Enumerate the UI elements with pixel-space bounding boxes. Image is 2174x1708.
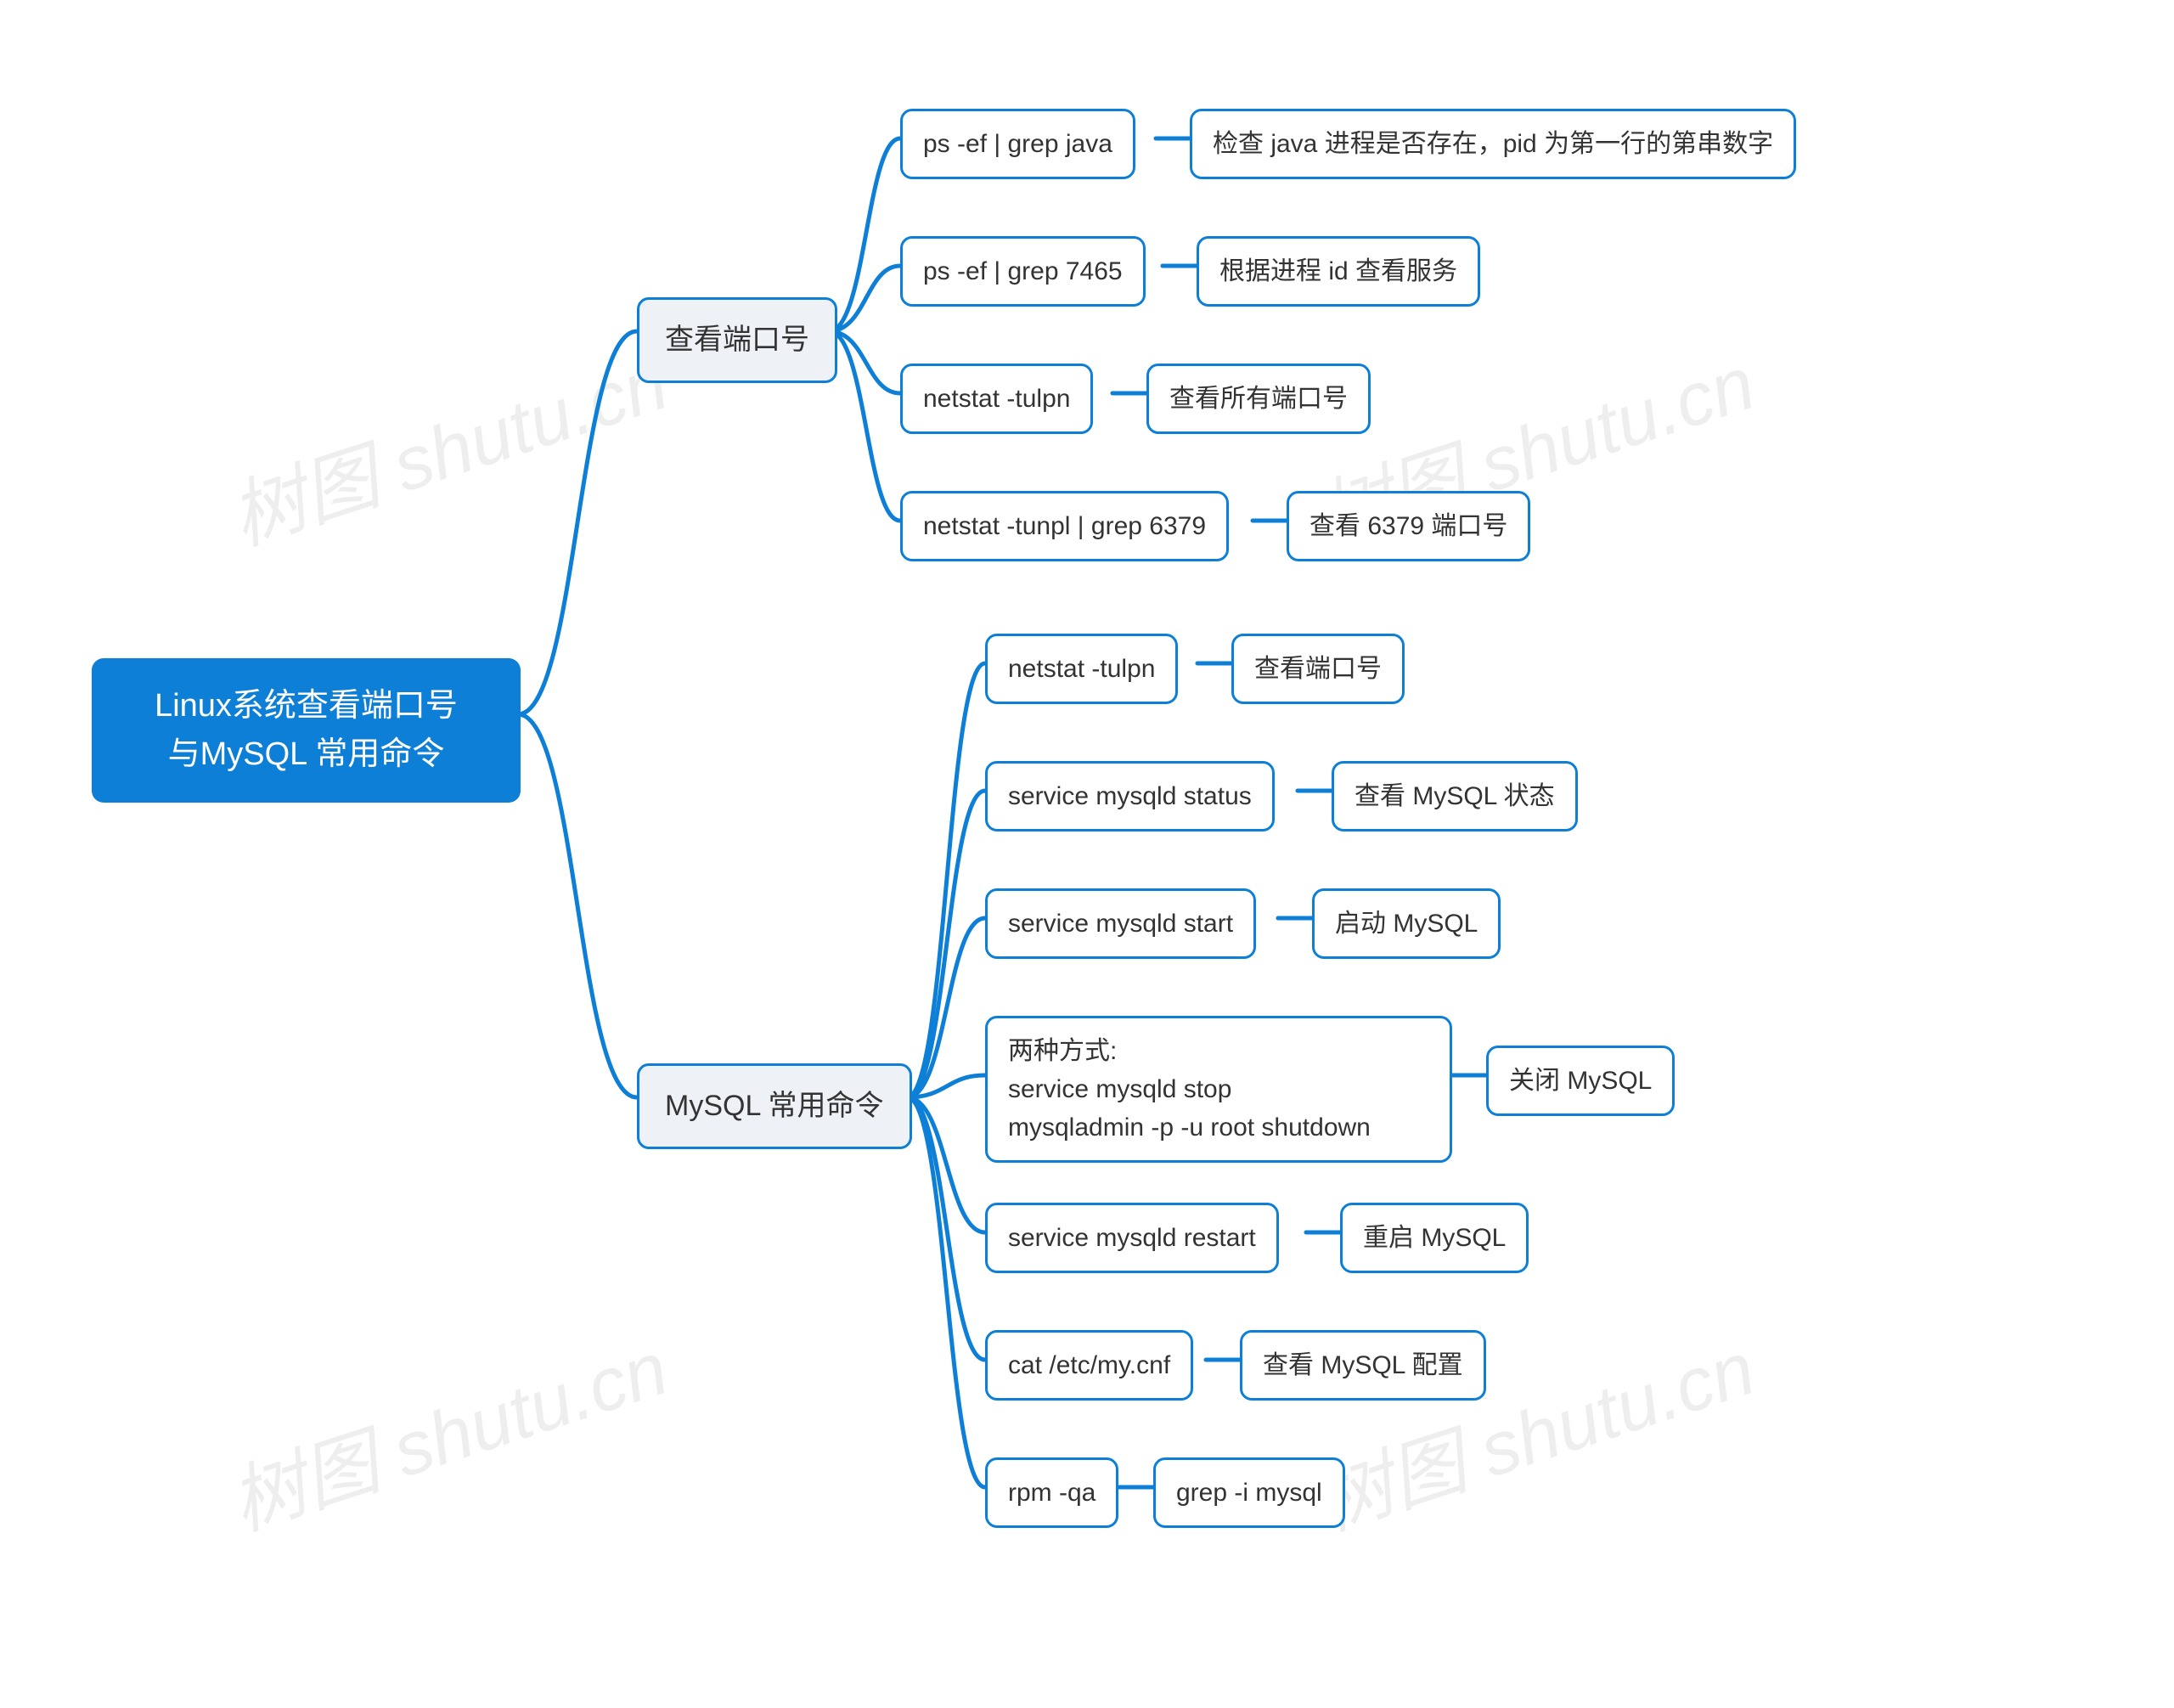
watermark: 树图 shutu.cn [215,1309,679,1552]
root-node[interactable]: Linux系统查看端口号 与MySQL 常用命令 [92,658,521,803]
branch-ports[interactable]: 查看端口号 [637,297,837,383]
ports-desc-2[interactable]: 查看所有端口号 [1146,364,1371,434]
mysql-cmd-1[interactable]: service mysqld status [985,761,1275,831]
ports-cmd-2[interactable]: netstat -tulpn [900,364,1093,434]
mysql-desc-0[interactable]: 查看端口号 [1231,634,1405,704]
ports-cmd-1[interactable]: ps -ef | grep 7465 [900,236,1146,307]
ports-desc-3[interactable]: 查看 6379 端口号 [1287,491,1530,561]
mysql-cmd-4[interactable]: service mysqld restart [985,1203,1279,1273]
mysql-desc-2[interactable]: 启动 MySQL [1312,888,1501,959]
mysql-desc-5[interactable]: 查看 MySQL 配置 [1240,1330,1486,1401]
mysql-cmd-5[interactable]: cat /etc/my.cnf [985,1330,1193,1401]
ports-desc-1[interactable]: 根据进程 id 查看服务 [1197,236,1480,307]
mysql-desc-3[interactable]: 关闭 MySQL [1486,1046,1675,1116]
mysql-cmd-0[interactable]: netstat -tulpn [985,634,1178,704]
watermark: 树图 shutu.cn [215,324,679,567]
ports-cmd-0[interactable]: ps -ef | grep java [900,109,1135,179]
mysql-desc-1[interactable]: 查看 MySQL 状态 [1332,761,1578,831]
mysql-desc-6[interactable]: grep -i mysql [1153,1457,1345,1528]
ports-desc-0[interactable]: 检查 java 进程是否存在，pid 为第一行的第串数字 [1190,109,1796,179]
mysql-cmd-2[interactable]: service mysqld start [985,888,1256,959]
mysql-desc-4[interactable]: 重启 MySQL [1340,1203,1529,1273]
branch-mysql[interactable]: MySQL 常用命令 [637,1063,912,1149]
mysql-cmd-6[interactable]: rpm -qa [985,1457,1118,1528]
ports-cmd-3[interactable]: netstat -tunpl | grep 6379 [900,491,1229,561]
mysql-cmd-3[interactable]: 两种方式: service mysqld stop mysqladmin -p … [985,1016,1452,1163]
